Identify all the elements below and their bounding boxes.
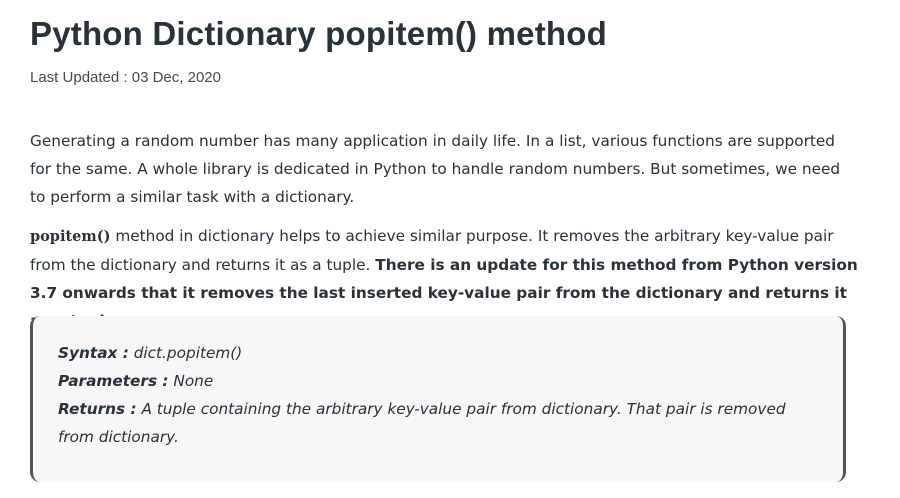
parameters-value: None bbox=[168, 372, 214, 390]
intro-paragraph: Generating a random number has many appl… bbox=[30, 132, 841, 206]
returns-line: Returns : A tuple containing the arbitra… bbox=[58, 395, 819, 451]
parameters-label: Parameters : bbox=[58, 372, 169, 390]
syntax-value: dict.popitem() bbox=[128, 344, 243, 362]
page-title: Python Dictionary popitem() method bbox=[30, 15, 607, 52]
syntax-box: Syntax : dict.popitem() Parameters : Non… bbox=[30, 316, 846, 482]
article: Python Dictionary popitem() method Last … bbox=[30, 0, 860, 335]
syntax-line: Syntax : dict.popitem() bbox=[58, 339, 819, 367]
returns-label: Returns : bbox=[58, 400, 137, 418]
last-updated-date: Last Updated : 03 Dec, 2020 bbox=[30, 69, 221, 86]
returns-value: A tuple containing the arbitrary key-val… bbox=[58, 400, 786, 446]
parameters-line: Parameters : None bbox=[58, 367, 819, 395]
syntax-label: Syntax : bbox=[58, 344, 129, 362]
method-name: popitem() bbox=[30, 228, 111, 245]
